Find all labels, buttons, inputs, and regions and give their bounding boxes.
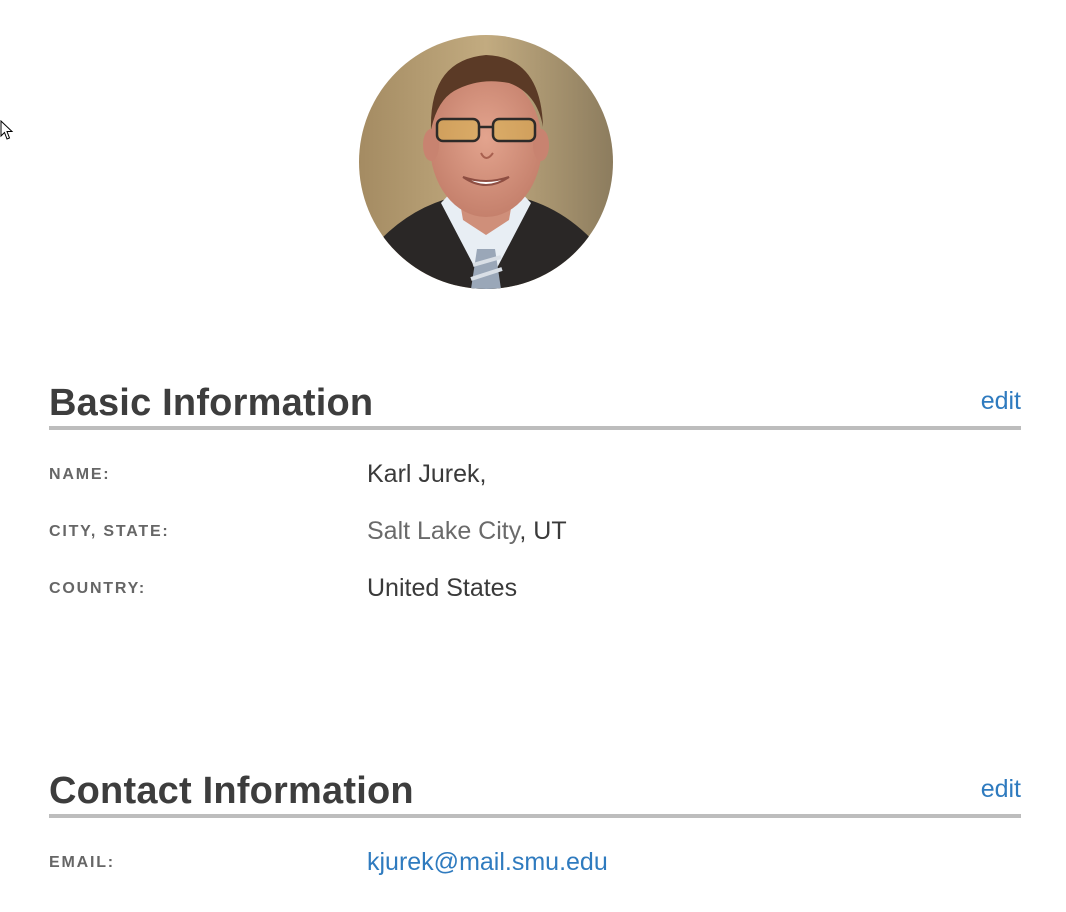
basic-information-section: Basic Information edit NAME: Karl Jurek,…: [49, 382, 1021, 638]
mouse-cursor-icon: [0, 119, 14, 142]
basic-information-header: Basic Information edit: [49, 382, 1021, 430]
edit-contact-information-link[interactable]: edit: [981, 777, 1021, 802]
name-label: NAME:: [49, 466, 111, 483]
state-value: , UT: [519, 517, 567, 545]
city-state-label: CITY, STATE:: [49, 523, 170, 540]
country-row: COUNTRY: United States: [49, 576, 1021, 638]
contact-information-header: Contact Information edit: [49, 770, 1021, 818]
email-label: EMAIL:: [49, 854, 115, 871]
city-state-value: Salt Lake City, UT: [367, 519, 567, 544]
edit-basic-information-link[interactable]: edit: [981, 389, 1021, 414]
section-title: Basic Information: [49, 382, 374, 424]
country-label: COUNTRY:: [49, 580, 147, 597]
email-link[interactable]: kjurek@mail.smu.edu: [367, 848, 608, 876]
profile-photo: [359, 35, 613, 289]
section-title: Contact Information: [49, 770, 414, 812]
contact-information-section: Contact Information edit EMAIL: kjurek@m…: [49, 770, 1021, 912]
country-value: United States: [367, 574, 518, 602]
name-row: NAME: Karl Jurek,: [49, 462, 1021, 524]
email-value: kjurek@mail.smu.edu: [367, 850, 608, 875]
city-state-row: CITY, STATE: Salt Lake City, UT: [49, 519, 1021, 581]
city-value: Salt Lake City: [367, 517, 520, 545]
email-row: EMAIL: kjurek@mail.smu.edu: [49, 850, 1021, 912]
name-value: Karl Jurek,: [367, 460, 487, 488]
